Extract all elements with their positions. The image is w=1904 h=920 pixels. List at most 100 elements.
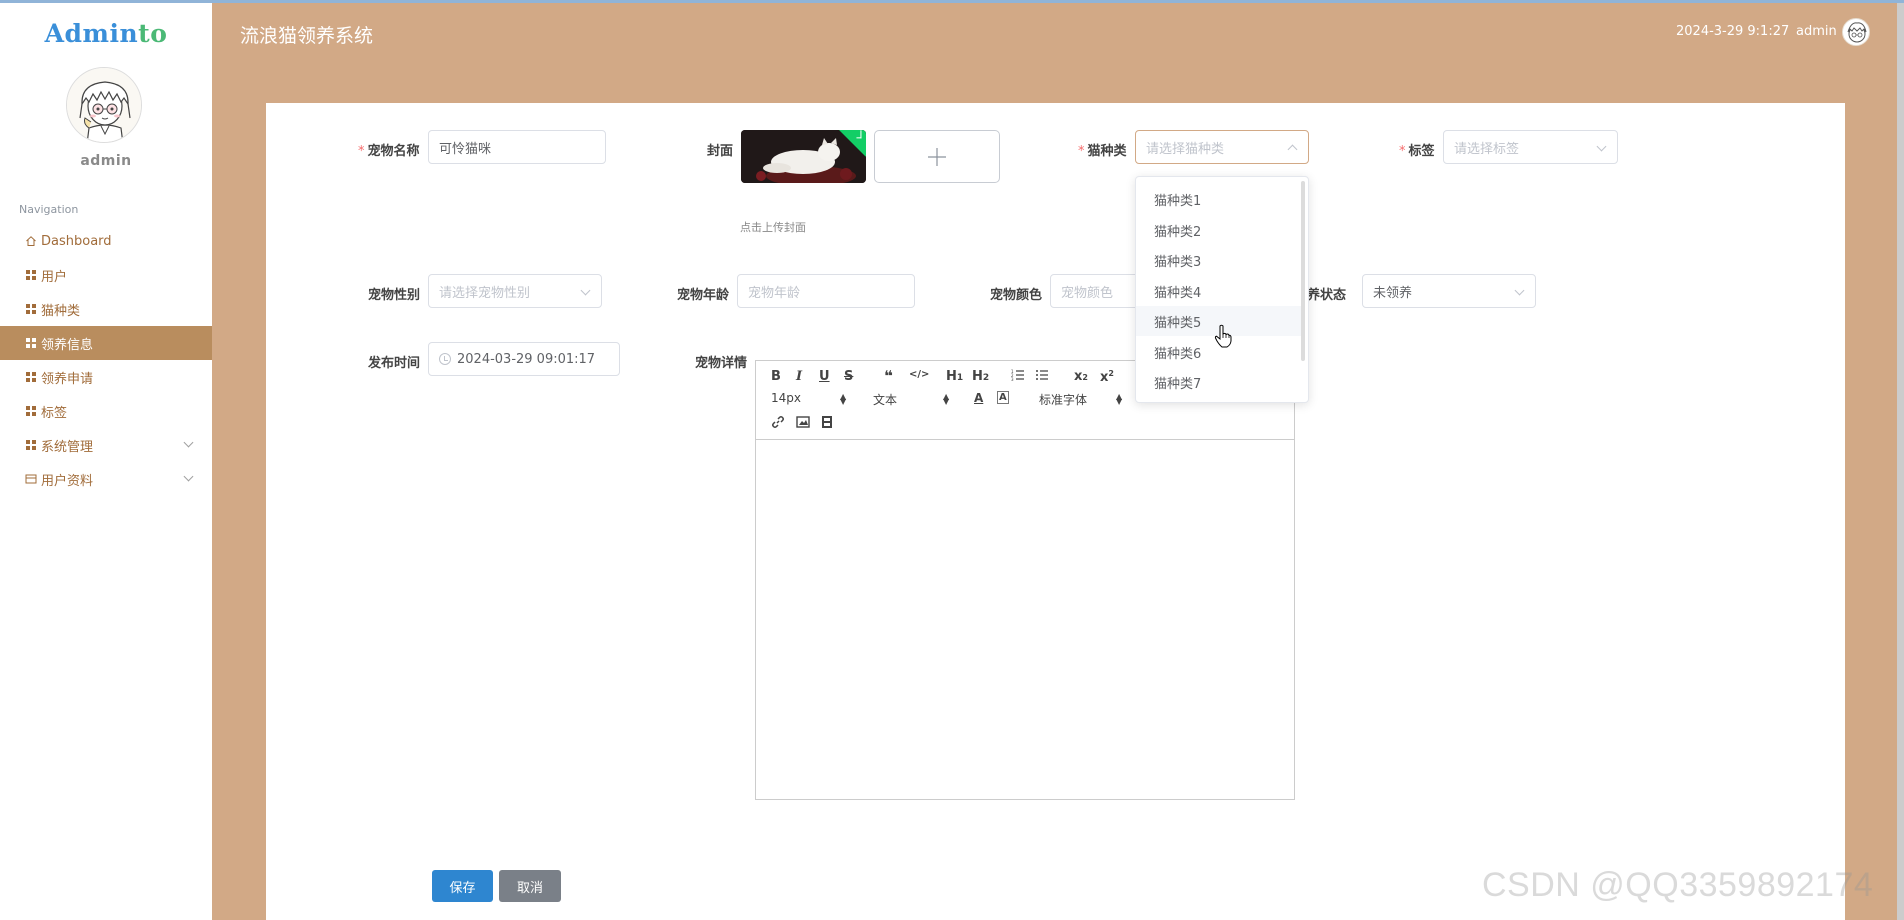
header-username[interactable]: admin	[1796, 24, 1837, 39]
app-logo[interactable]: Adminto	[0, 19, 212, 48]
sidebar-item-cat-types[interactable]: 猫种类	[0, 292, 212, 326]
cover-label: 封面	[707, 144, 734, 159]
font-color-button[interactable]: A	[974, 391, 983, 405]
avatar-image	[67, 68, 141, 142]
chevron-up-icon	[1287, 144, 1298, 155]
publish-time-picker[interactable]: 2024-03-29 09:01:17	[428, 342, 620, 376]
save-button[interactable]: 保存	[432, 870, 493, 902]
grid-icon	[25, 439, 37, 451]
sidebar-item-label: 领养信息	[41, 337, 94, 353]
plus-icon	[928, 147, 946, 166]
age-label: 宠物年龄	[677, 288, 730, 303]
format-updown-icon: ▲ ▼	[943, 392, 950, 406]
grid-icon	[25, 405, 37, 417]
italic-button[interactable]: I	[796, 369, 802, 384]
dropdown-scrollbar[interactable]	[1301, 181, 1305, 361]
bold-button[interactable]: B	[771, 369, 781, 384]
tag-select[interactable]: 请选择标签	[1443, 130, 1618, 164]
cat-type-placeholder: 请选择猫种类	[1146, 141, 1225, 157]
status-value: 未领养	[1373, 285, 1413, 301]
cat-type-option[interactable]: 猫种类1	[1136, 184, 1301, 214]
cat-type-select[interactable]: 请选择猫种类	[1135, 130, 1309, 164]
underline-button[interactable]: U	[819, 369, 830, 384]
rich-text-editor: B I U S ❝ </> H1 H2 123 x2 x2 14px ▲ ▼ 文本…	[755, 360, 1295, 800]
chevron-down-icon	[1514, 285, 1525, 296]
blockquote-icon[interactable]: ❝	[884, 367, 893, 385]
sidebar-item-label: 用户	[41, 269, 68, 285]
chevron-down-icon	[580, 285, 591, 296]
chevron-down-icon	[183, 471, 194, 482]
chevron-down-icon	[183, 437, 194, 448]
app-title: 流浪猫领养系统	[240, 25, 374, 47]
sidebar: Adminto admin Navigation Dashboard 用户 猫种…	[0, 3, 212, 920]
link-icon[interactable]	[771, 415, 785, 433]
format-select[interactable]: 文本	[873, 391, 897, 408]
grid-icon	[25, 269, 37, 281]
cat-type-option[interactable]: 猫种类3	[1136, 245, 1301, 275]
sidebar-username: admin	[80, 153, 132, 169]
sidebar-item-users[interactable]: 用户	[0, 258, 212, 292]
font-size-select[interactable]: 14px	[771, 391, 801, 405]
subscript-button[interactable]: x2	[1074, 369, 1088, 384]
strikethrough-button[interactable]: S	[844, 369, 853, 384]
sidebar-item-tags[interactable]: 标签	[0, 394, 212, 428]
code-block-icon[interactable]: </>	[909, 369, 929, 380]
sidebar-item-label: 标签	[41, 405, 68, 421]
logo-accent-text: to	[138, 19, 168, 48]
cat-type-label: * 猫种类	[1078, 144, 1127, 159]
sidebar-item-label: 猫种类	[41, 303, 81, 319]
publish-time-label: 发布时间	[368, 356, 421, 371]
background-color-button[interactable]: A	[997, 391, 1009, 404]
cat-type-option[interactable]: 猫种类4	[1136, 276, 1301, 306]
sidebar-item-label: 用户资料	[41, 473, 94, 489]
cancel-button[interactable]: 取消	[499, 870, 561, 902]
sidebar-item-dashboard[interactable]: Dashboard	[0, 224, 212, 258]
svg-text:3: 3	[1011, 377, 1014, 382]
image-icon[interactable]	[796, 415, 810, 433]
heading-1-button[interactable]: H1	[946, 369, 963, 384]
age-input[interactable]: 宠物年龄	[737, 274, 915, 308]
heading-2-button[interactable]: H2	[972, 369, 989, 384]
superscript-button[interactable]: x2	[1100, 369, 1114, 385]
grid-icon	[25, 303, 37, 315]
gender-label: 宠物性别	[368, 288, 421, 303]
tag-placeholder: 请选择标签	[1454, 141, 1520, 157]
grid-icon	[25, 371, 37, 383]
sidebar-item-adoption-info[interactable]: 领养信息	[0, 326, 212, 360]
gender-select[interactable]: 请选择宠物性别	[428, 274, 602, 308]
cover-image[interactable]	[741, 130, 866, 183]
page-scrollbar[interactable]	[1897, 3, 1904, 920]
gender-placeholder: 请选择宠物性别	[439, 285, 531, 301]
sidebar-item-user-profile[interactable]: 用户资料	[0, 462, 212, 496]
publish-time-value: 2024-03-29 09:01:17	[457, 351, 596, 367]
ordered-list-icon[interactable]: 123	[1011, 368, 1025, 386]
header-datetime: 2024-3-29 9:1:27	[1676, 24, 1790, 39]
cat-type-option[interactable]: 猫种类7	[1136, 367, 1301, 397]
header-avatar[interactable]	[1842, 18, 1870, 46]
cat-type-dropdown: 猫种类1 猫种类2 猫种类3 猫种类4 猫种类5 猫种类6 猫种类7	[1135, 176, 1309, 403]
pet-name-input[interactable]: 可怜猫咪	[428, 130, 606, 164]
font-family-select[interactable]: 标准字体	[1039, 391, 1087, 408]
sidebar-item-label: 系统管理	[41, 439, 94, 455]
cover-upload-tip: 点击上传封面	[740, 221, 806, 234]
color-label: 宠物颜色	[990, 288, 1043, 303]
detail-label: 宠物详情	[695, 356, 748, 371]
clock-icon	[439, 353, 451, 365]
sidebar-item-system-management[interactable]: 系统管理	[0, 428, 212, 462]
cover-upload-button[interactable]	[874, 130, 1000, 183]
hand-pointer-cursor-icon	[1214, 324, 1232, 348]
logo-text: Admin	[44, 19, 139, 48]
bullet-list-icon[interactable]	[1035, 368, 1049, 386]
watermark: CSDN @QQ3359892174	[1482, 866, 1874, 904]
sidebar-nav: Dashboard 用户 猫种类 领养信息 领养申请 标签 系统管理 用户资料	[0, 224, 212, 496]
chevron-down-icon	[1596, 141, 1607, 152]
sidebar-item-adoption-requests[interactable]: 领养申请	[0, 360, 212, 394]
cat-type-option[interactable]: 猫种类2	[1136, 215, 1301, 245]
pet-name-label: * 宠物名称	[358, 144, 420, 159]
video-icon[interactable]	[820, 415, 834, 433]
sidebar-item-label: 领养申请	[41, 371, 94, 387]
status-select[interactable]: 未领养	[1362, 274, 1536, 308]
user-avatar[interactable]	[66, 67, 142, 143]
font-family-updown-icon: ▲ ▼	[1116, 392, 1123, 406]
sidebar-item-label: Dashboard	[41, 233, 112, 249]
